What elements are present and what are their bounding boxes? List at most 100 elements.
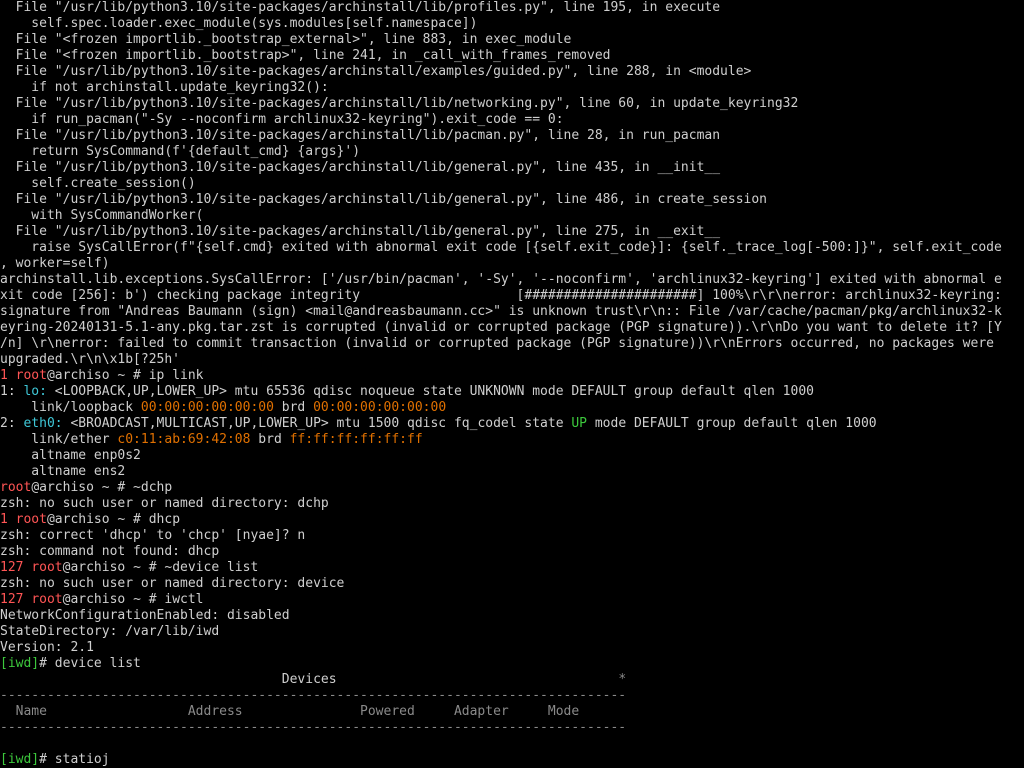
terminal-text-segment: File "/usr/lib/python3.10/site-packages/… [0,96,799,111]
terminal-text-segment: signature from "Andreas Baumann (sign) <… [0,304,1002,319]
terminal-text-segment: brd [250,432,290,447]
terminal-text-segment: @archiso ~ # ip link [46,368,204,383]
terminal-line: 127 root@archiso ~ # ~device list [0,560,1024,576]
terminal-line: xit code [256]: b') checking package int… [0,288,1024,304]
terminal-line: ----------------------------------------… [0,720,1024,736]
terminal-text-segment: UP [571,416,588,431]
terminal-line: zsh: command not found: dhcp [0,544,1024,560]
terminal-text-segment: upgraded.\r\n\x1b[?25h' [0,352,181,367]
terminal-line: eyring-20240131-5.1-any.pkg.tar.zst is c… [0,320,1024,336]
terminal-text-segment: 1 [0,368,16,383]
terminal-text-segment: @archiso ~ # dhcp [46,512,181,527]
terminal-text-segment: File "/usr/lib/python3.10/site-packages/… [0,0,721,15]
terminal-text-segment: zsh: no such user or named directory: dc… [0,496,329,511]
terminal-text-segment: 127 [0,592,32,607]
terminal-line: 2: eth0: <BROADCAST,MULTICAST,UP,LOWER_U… [0,416,1024,432]
terminal-line: File "/usr/lib/python3.10/site-packages/… [0,192,1024,208]
terminal-text-segment: Version: 2.1 [0,640,94,655]
terminal-text-segment: 00:00:00:00:00:00 [313,400,447,415]
terminal-line: zsh: no such user or named directory: de… [0,576,1024,592]
terminal-text-segment: File "<frozen importlib._bootstrap>", li… [0,48,611,63]
terminal-text-segment: File "/usr/lib/python3.10/site-packages/… [0,64,752,79]
terminal-text-segment: ff:ff:ff:ff:ff:ff [289,432,423,447]
terminal-text-segment: altname enp0s2 [0,448,141,463]
terminal-text-segment: self.spec.loader.exec_module(sys.modules… [0,16,478,31]
terminal-text-segment: @archiso ~ # iwctl [62,592,204,607]
terminal-line: Devices * [0,672,1024,688]
terminal-text-segment: File "/usr/lib/python3.10/site-packages/… [0,160,721,175]
terminal-text-segment: ----------------------------------------… [0,720,627,735]
terminal-text-segment: zsh: no such user or named directory: de… [0,576,345,591]
terminal-text-segment: 127 [0,560,32,575]
terminal-line: ----------------------------------------… [0,688,1024,704]
terminal-text-segment: [iwd] [0,752,40,767]
terminal-text-segment: File "<frozen importlib._bootstrap_exter… [0,32,572,47]
terminal-text-segment: self.create_session() [0,176,196,191]
terminal-text-segment: @archiso ~ # ~device list [62,560,259,575]
terminal-text-segment: * [618,672,627,687]
terminal-text-segment: root [0,480,32,495]
terminal-line: File "/usr/lib/python3.10/site-packages/… [0,224,1024,240]
terminal-text-segment: raise SysCallError(f"{self.cmd} exited w… [0,240,1002,255]
terminal-text-segment: brd [273,400,314,415]
terminal-line: File "<frozen importlib._bootstrap_exter… [0,32,1024,48]
terminal-line: File "/usr/lib/python3.10/site-packages/… [0,64,1024,80]
terminal-line: with SysCommandWorker( [0,208,1024,224]
terminal-line: link/ether c0:11:ab:69:42:08 brd ff:ff:f… [0,432,1024,448]
terminal-text-segment: eth0: [23,416,63,431]
terminal-text-segment: root [31,592,63,607]
terminal-text-segment: [iwd] [0,656,40,671]
terminal-line: self.create_session() [0,176,1024,192]
terminal-line: StateDirectory: /var/lib/iwd [0,624,1024,640]
terminal-text-segment: @archiso ~ # ~dchp [31,480,173,495]
terminal-line: signature from "Andreas Baumann (sign) <… [0,304,1024,320]
terminal-text-segment: Devices [0,672,619,687]
terminal-text-segment: eyring-20240131-5.1-any.pkg.tar.zst is c… [0,320,1002,335]
terminal-line: File "/usr/lib/python3.10/site-packages/… [0,0,1024,16]
terminal-text-segment: File "/usr/lib/python3.10/site-packages/… [0,224,721,239]
terminal-line: archinstall.lib.exceptions.SysCallError:… [0,272,1024,288]
terminal-text-segment: 1 [0,512,16,527]
terminal-line: [iwd]# device list [0,656,1024,672]
terminal-line: if run_pacman("-Sy --noconfirm archlinux… [0,112,1024,128]
terminal-text-segment: archinstall.lib.exceptions.SysCallError:… [0,272,1002,287]
terminal-text-segment: lo: [23,384,47,399]
terminal-text-segment: ----------------------------------------… [0,688,627,703]
terminal-line: Version: 2.1 [0,640,1024,656]
terminal-text-segment: Name Address Powered Adapter Mode [0,704,580,719]
terminal-text-segment: File "/usr/lib/python3.10/site-packages/… [0,128,721,143]
terminal-text-segment: altname ens2 [0,464,126,479]
terminal-line: [iwd]# statioj [0,752,1024,768]
terminal-line: 1: lo: <LOOPBACK,UP,LOWER_UP> mtu 65536 … [0,384,1024,400]
terminal-text-segment: return SysCommand(f'{default_cmd} {args}… [0,144,361,159]
terminal-line: raise SysCallError(f"{self.cmd} exited w… [0,240,1024,256]
terminal-line: 1 root@archiso ~ # dhcp [0,512,1024,528]
terminal-text-segment: if run_pacman("-Sy --noconfirm archlinux… [0,112,564,127]
terminal-text-segment: 2: [0,416,24,431]
terminal-text-segment: mode DEFAULT group default qlen 1000 [587,416,877,431]
terminal-text-segment: 1: [0,384,24,399]
terminal-text-segment: /n] \r\nerror: failed to commit transact… [0,336,994,351]
terminal-line: zsh: no such user or named directory: dc… [0,496,1024,512]
terminal-line: zsh: correct 'dhcp' to 'chcp' [nyae]? n [0,528,1024,544]
terminal-text-segment: # device list [39,656,141,671]
terminal-line: , worker=self) [0,256,1024,272]
terminal-line: link/loopback 00:00:00:00:00:00 brd 00:0… [0,400,1024,416]
terminal-text-segment: zsh: command not found: dhcp [0,544,220,559]
terminal-text-segment: <BROADCAST,MULTICAST,UP,LOWER_UP> mtu 15… [62,416,572,431]
terminal-text-segment: root [15,512,47,527]
terminal-text-segment: with SysCommandWorker( [0,208,204,223]
terminal-text-segment: <LOOPBACK,UP,LOWER_UP> mtu 65536 qdisc n… [46,384,814,399]
terminal-screen[interactable]: File "/usr/lib/python3.10/site-packages/… [0,0,1024,768]
terminal-text-segment: c0:11:ab:69:42:08 [117,432,251,447]
terminal-text-segment: link/ether [0,432,118,447]
terminal-line: File "<frozen importlib._bootstrap>", li… [0,48,1024,64]
terminal-text-segment: root [15,368,47,383]
terminal-line: File "/usr/lib/python3.10/site-packages/… [0,96,1024,112]
terminal-line: File "/usr/lib/python3.10/site-packages/… [0,160,1024,176]
terminal-line: 127 root@archiso ~ # iwctl [0,592,1024,608]
terminal-line: root@archiso ~ # ~dchp [0,480,1024,496]
terminal-text-segment: xit code [256]: b') checking package int… [0,288,1002,303]
terminal-line: 1 root@archiso ~ # ip link [0,368,1024,384]
